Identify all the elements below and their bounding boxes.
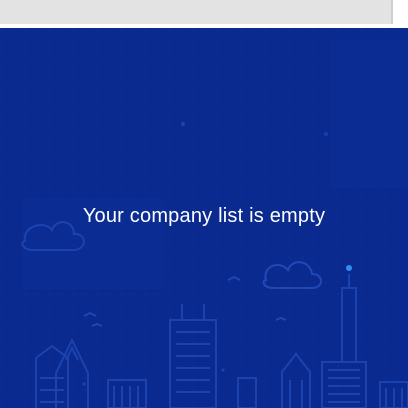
browser-topbar [0, 0, 408, 28]
empty-state-message: Your company list is empty [82, 205, 326, 227]
address-bar[interactable] [0, 0, 393, 24]
empty-state-panel: Your company list is empty [0, 28, 408, 408]
